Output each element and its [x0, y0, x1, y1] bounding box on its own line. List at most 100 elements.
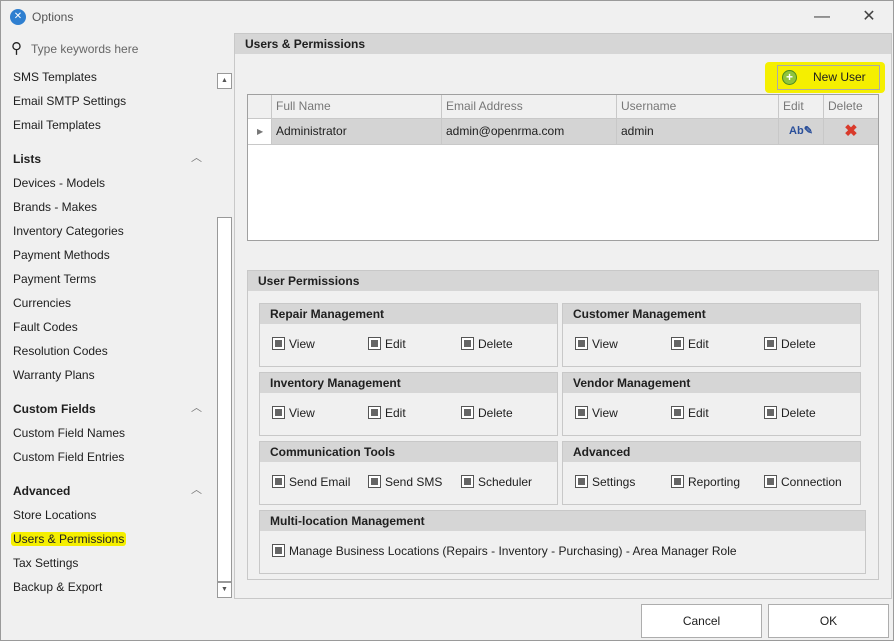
permission-checkbox[interactable]: Delete — [461, 406, 513, 420]
permission-checkbox[interactable]: Edit — [671, 406, 709, 420]
panel-title: Users & Permissions — [235, 34, 891, 54]
scroll-thumb[interactable] — [217, 217, 232, 582]
checkbox-indeterminate-icon[interactable] — [671, 406, 684, 419]
sidebar-item[interactable]: Fault Codes — [13, 317, 78, 337]
checkbox-label: Delete — [781, 406, 816, 420]
new-user-button[interactable]: + New User — [777, 65, 880, 90]
cell-full-name[interactable]: Administrator — [272, 119, 442, 144]
sidebar-item-label: Tax Settings — [13, 556, 79, 570]
permission-checkbox[interactable]: Send SMS — [368, 475, 442, 489]
sidebar-scrollbar[interactable]: ▲ ▼ — [217, 73, 233, 599]
permission-checkbox[interactable]: Delete — [764, 406, 816, 420]
checkbox-indeterminate-icon[interactable] — [272, 337, 285, 350]
permission-checkbox[interactable]: Send Email — [272, 475, 350, 489]
checkbox-indeterminate-icon[interactable] — [461, 337, 474, 350]
permission-checkbox[interactable]: View — [272, 406, 315, 420]
chevron-up-icon[interactable]: ︿ — [191, 481, 202, 497]
search-box[interactable]: ⚲ — [11, 39, 211, 59]
permission-checkbox[interactable]: Manage Business Locations (Repairs - Inv… — [272, 544, 737, 558]
sidebar-group-header[interactable]: Custom Fields — [13, 399, 96, 419]
edit-icon[interactable]: Ab✎ — [779, 119, 824, 144]
permission-checkbox[interactable]: Reporting — [671, 475, 740, 489]
delete-icon[interactable]: ✖ — [824, 119, 878, 144]
scroll-down-button[interactable]: ▼ — [217, 582, 232, 598]
checkbox-indeterminate-icon[interactable] — [764, 337, 777, 350]
sidebar-item[interactable]: Backup & Export — [13, 577, 102, 597]
cancel-button[interactable]: Cancel — [641, 604, 762, 638]
cell-email[interactable]: admin@openrma.com — [442, 119, 617, 144]
sidebar-item[interactable]: SMS Templates — [13, 67, 97, 87]
sidebar-item[interactable]: Custom Field Names — [13, 423, 125, 443]
checkbox-indeterminate-icon[interactable] — [272, 544, 285, 557]
checkbox-indeterminate-icon[interactable] — [671, 337, 684, 350]
ok-button[interactable]: OK — [768, 604, 889, 638]
chevron-up-icon[interactable]: ︿ — [191, 399, 202, 415]
checkbox-label: Reporting — [688, 475, 741, 489]
sidebar-item[interactable]: Devices - Models — [13, 173, 105, 193]
permission-checkbox[interactable]: View — [272, 337, 315, 351]
sidebar-item[interactable]: Inventory Categories — [13, 221, 124, 241]
permission-checkbox[interactable]: Settings — [575, 475, 635, 489]
scroll-up-button[interactable]: ▲ — [217, 73, 232, 89]
checkbox-indeterminate-icon[interactable] — [575, 337, 588, 350]
sidebar-item[interactable]: Payment Terms — [13, 269, 96, 289]
permission-checkbox[interactable]: Edit — [671, 337, 709, 351]
checkbox-indeterminate-icon[interactable] — [368, 475, 381, 488]
checkbox-indeterminate-icon[interactable] — [461, 475, 474, 488]
sidebar-item-selected[interactable]: Users & Permissions — [11, 529, 127, 549]
permission-group: Multi-location Management Manage Business… — [259, 510, 866, 574]
column-header-username[interactable]: Username — [617, 95, 779, 118]
sidebar-item[interactable]: Warranty Plans — [13, 365, 95, 385]
permission-checkbox[interactable]: Delete — [461, 337, 513, 351]
permission-checkbox[interactable]: Edit — [368, 406, 406, 420]
sidebar-item[interactable]: Store Locations — [13, 505, 96, 525]
minimize-button[interactable]: — — [807, 5, 837, 29]
column-header-delete[interactable]: Delete — [824, 95, 878, 118]
close-button[interactable]: ✕ — [854, 5, 884, 29]
sidebar-item-label: Custom Field Entries — [13, 450, 125, 464]
column-header-full-name[interactable]: Full Name — [272, 95, 442, 118]
column-header-email[interactable]: Email Address — [442, 95, 617, 118]
users-grid: Full Name Email Address Username Edit De… — [247, 94, 879, 241]
sidebar-item[interactable]: Brands - Makes — [13, 197, 97, 217]
checkbox-label: View — [289, 406, 315, 420]
search-input[interactable] — [31, 40, 211, 58]
sidebar-group-header[interactable]: Lists — [13, 149, 41, 169]
checkbox-indeterminate-icon[interactable] — [272, 406, 285, 419]
permission-checkbox[interactable]: Connection — [764, 475, 842, 489]
sidebar-item[interactable]: Tax Settings — [13, 553, 78, 573]
checkbox-label: View — [289, 337, 315, 351]
sidebar-item[interactable]: Email SMTP Settings — [13, 91, 126, 111]
checkbox-indeterminate-icon[interactable] — [368, 337, 381, 350]
sidebar-item[interactable]: Payment Methods — [13, 245, 110, 265]
sidebar-item[interactable]: Resolution Codes — [13, 341, 108, 361]
sidebar-item[interactable]: Email Templates — [13, 115, 101, 135]
new-user-highlight: + New User — [765, 62, 885, 93]
checkbox-indeterminate-icon[interactable] — [368, 406, 381, 419]
sidebar: ⚲ SMS Templates Email SMTP Settings Email … — [1, 33, 233, 641]
sidebar-group-header-label: Lists — [13, 152, 42, 166]
chevron-up-icon[interactable]: ︿ — [191, 149, 202, 165]
checkbox-label: Delete — [781, 337, 816, 351]
permission-checkbox[interactable]: Scheduler — [461, 475, 532, 489]
permission-checkbox[interactable]: View — [575, 406, 618, 420]
permission-checkbox[interactable]: View — [575, 337, 618, 351]
permission-group-title: Vendor Management — [563, 373, 860, 393]
checkbox-indeterminate-icon[interactable] — [461, 406, 474, 419]
checkbox-indeterminate-icon[interactable] — [764, 475, 777, 488]
checkbox-indeterminate-icon[interactable] — [671, 475, 684, 488]
permission-group-title: Communication Tools — [260, 442, 557, 462]
table-row[interactable]: ▶ Administrator admin@openrma.com admin … — [248, 119, 878, 145]
permission-checkbox[interactable]: Delete — [764, 337, 816, 351]
checkbox-indeterminate-icon[interactable] — [272, 475, 285, 488]
checkbox-indeterminate-icon[interactable] — [575, 475, 588, 488]
cell-username[interactable]: admin — [617, 119, 779, 144]
sidebar-group-header[interactable]: Advanced — [13, 481, 70, 501]
checkbox-indeterminate-icon[interactable] — [764, 406, 777, 419]
permission-checkbox[interactable]: Edit — [368, 337, 406, 351]
column-header-edit[interactable]: Edit — [779, 95, 824, 118]
sidebar-item[interactable]: Custom Field Entries — [13, 447, 124, 467]
sidebar-item[interactable]: Currencies — [13, 293, 71, 313]
search-icon: ⚲ — [11, 40, 22, 57]
checkbox-indeterminate-icon[interactable] — [575, 406, 588, 419]
